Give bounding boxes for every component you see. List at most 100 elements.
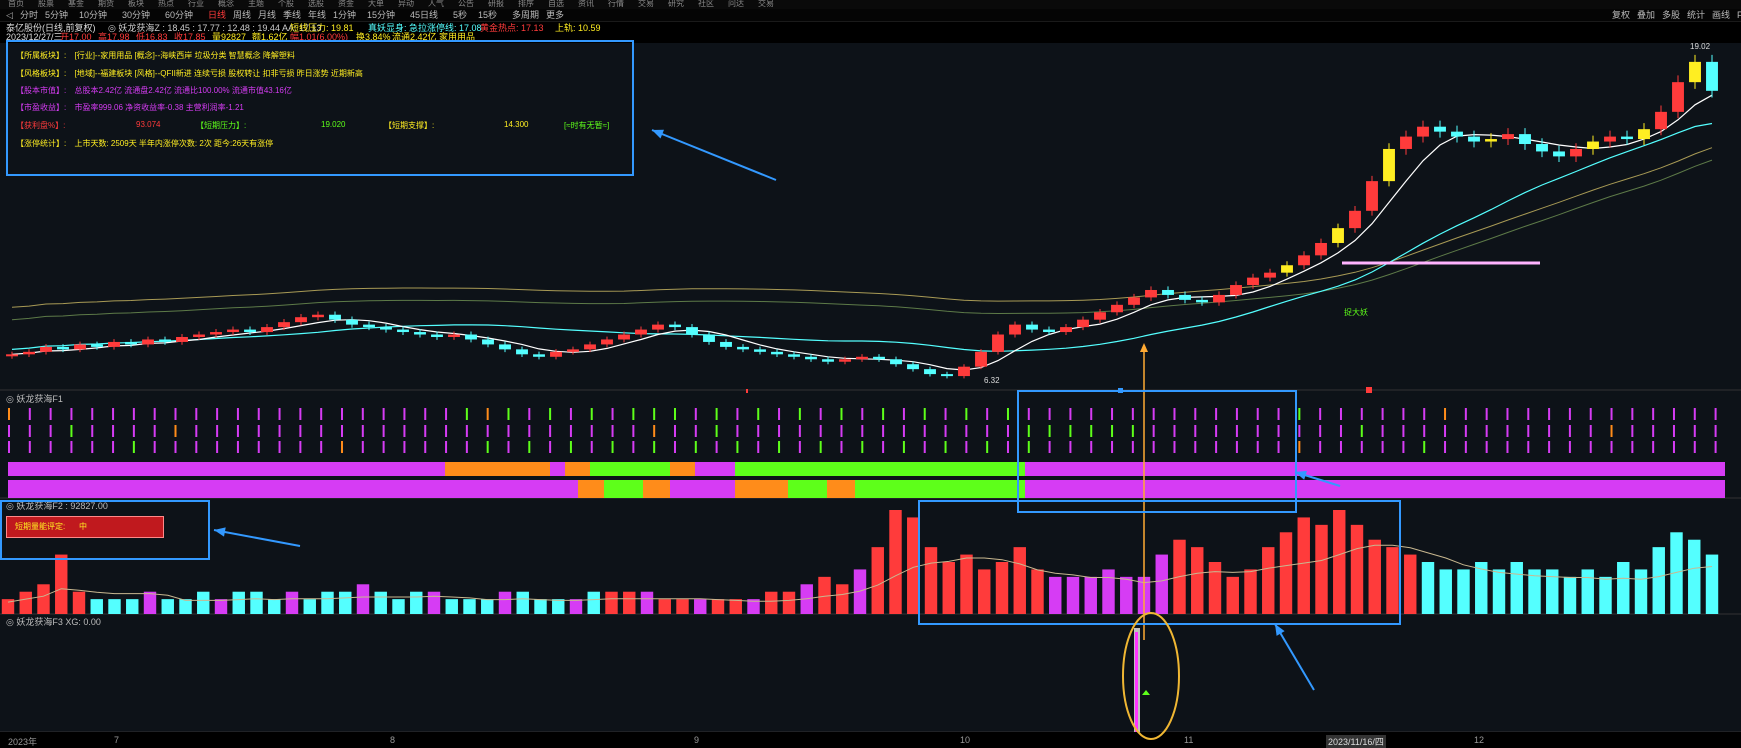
signal-tick [590,408,593,420]
info-sector: 【所属板块】: [行业]--家用用品 [概念]--海峡西岸 垃圾分类 智慧概念 … [16,50,301,61]
signal-tick [1672,441,1675,453]
candle-body [1400,136,1412,149]
candle-body [567,349,579,352]
signal-tick [569,425,572,437]
signal-tick [507,408,510,420]
trend-band-2 [604,480,643,498]
volume-bar [498,591,512,614]
signal-tick [1027,441,1030,453]
trend-band-2 [578,480,604,498]
signal-tick [1527,441,1530,453]
candle-body [907,364,919,370]
candle-body [1094,312,1106,320]
candle-body [1604,136,1616,142]
signal-tick [361,441,364,453]
candle-body [1315,242,1327,256]
signal-tick [715,408,718,420]
volume-bar [392,599,405,614]
signal-tick [299,408,302,420]
signal-tick [840,441,843,453]
volume-bar [694,599,707,614]
signal-tick [1131,441,1134,453]
signal-tick [486,441,489,453]
signal-tick [632,441,635,453]
signal-tick [1215,425,1218,437]
signal-tick [569,408,572,420]
volume-bar [640,591,654,614]
candle-body [1332,228,1344,243]
candle-body [176,336,188,342]
signal-tick [1027,425,1030,437]
candle-body [23,351,35,355]
signal-tick [694,408,697,420]
candle-body [1417,126,1429,137]
signal-tick [944,408,947,420]
signal-tick [1256,441,1259,453]
sector-value: [行业]--家用用品 [概念]--海峡西岸 垃圾分类 智慧概念 降解塑料 [74,51,295,60]
signal-tick [70,441,73,453]
trend-band-1 [565,462,590,476]
pe-value: 市盈率999.06 净资收益率-0.38 主营利润率-1.21 [74,103,244,112]
signal-tick [1360,425,1363,437]
profit-label: 【获利盘%】: [16,121,66,130]
candle-body [1655,111,1667,130]
signal-tick [174,425,177,437]
candle-body [856,356,868,360]
candle-body [1213,294,1225,303]
signal-tick [8,408,10,420]
signal-tick [1256,408,1259,420]
signal-tick [1464,425,1467,437]
signal-tick [986,441,989,453]
volume-bar [587,591,600,614]
trend-band-1 [8,462,445,476]
signal-tick [902,408,905,420]
volume-bar [19,591,32,614]
candle-body [1298,255,1310,266]
trend-band-2 [788,480,827,498]
signal-tick [403,441,406,453]
signal-tick [902,425,905,437]
signal-tick [611,441,614,453]
style-value: [地域]--福建板块 [风格]--QFII新进 连续亏损 股权转让 扣非亏损 昨… [74,69,363,78]
volume-bar [321,591,334,614]
trend-band-1 [735,462,1025,476]
volume-bar [1297,517,1310,614]
candle-body [465,334,477,340]
signal-tick [1173,408,1176,420]
info-pe: 【市盈收益】: 市盈率999.06 净资收益率-0.38 主营利润率-1.21 [16,102,250,113]
signal-tick [1277,425,1280,437]
signal-tick [112,408,115,420]
signal-tick [819,408,822,420]
signal-tick [112,441,115,453]
candle-body [1485,139,1497,142]
x-label-dec: 12 [1474,735,1485,745]
volume-bar [55,554,68,614]
volume-bar [1705,554,1719,614]
signal-tick [132,441,135,453]
candle-body [805,356,817,360]
signal-tick [965,408,968,420]
signal-tick [778,408,781,420]
signal-tick [1548,425,1551,437]
volume-bar [995,562,1009,614]
signal-tick [1485,425,1488,437]
signal-tick [174,441,177,453]
volume-bar [1404,554,1417,614]
signal-tick [340,425,343,437]
signal-tick [1444,441,1447,453]
trend-band-2 [855,480,1025,498]
volume-bar [942,562,955,614]
signal-tick [445,425,448,437]
volume-bar [1208,562,1222,614]
candle-body [1247,277,1259,286]
signal-tick [236,408,239,420]
candle-body [1077,319,1089,328]
short-support-label: 【短期支撑】: [384,121,435,130]
signal-tick [28,408,31,420]
candle-body [227,329,239,333]
volume-bar [552,599,565,614]
volume-bar [108,599,121,614]
candle-body [618,334,630,340]
candle-body [125,341,137,345]
candle-body [720,341,732,347]
